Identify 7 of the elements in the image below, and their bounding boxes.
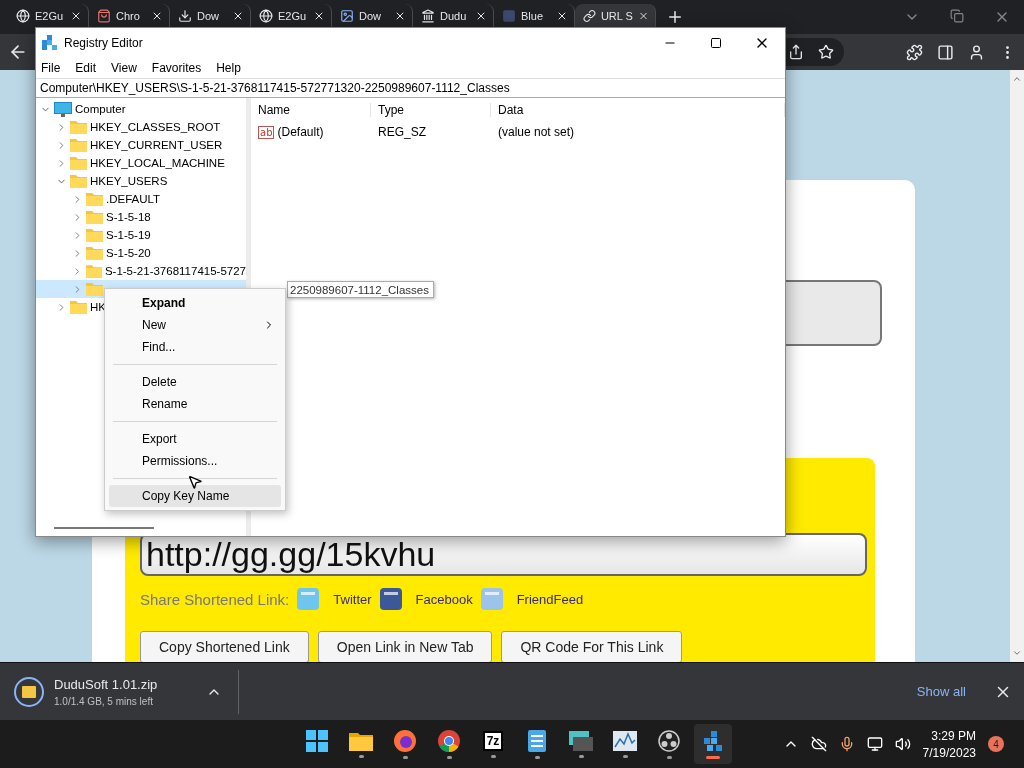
window-title: Registry Editor (64, 35, 143, 50)
value-type: REG_SZ (377, 125, 427, 139)
share-label: Share Shortened Link: (140, 590, 290, 608)
value-data: (value not set) (497, 125, 576, 139)
tooltip: 2250989607-1112_Classes (287, 281, 434, 298)
string-value-icon: ab (258, 125, 275, 139)
download-status: 1.0/1.4 GB, 5 mins left (54, 695, 154, 707)
